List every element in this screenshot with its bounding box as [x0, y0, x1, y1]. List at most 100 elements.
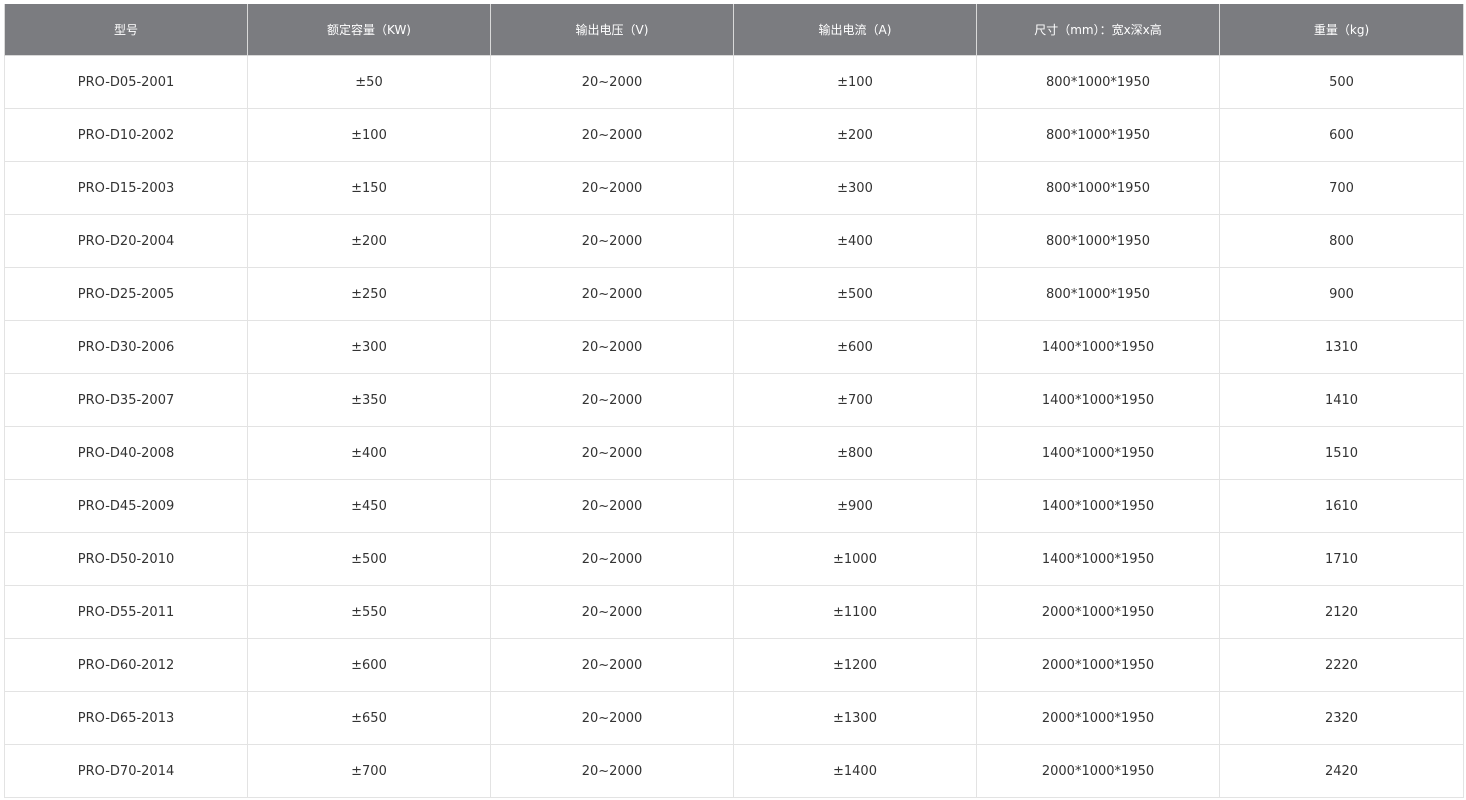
table-row: PRO-D15-2003 ±150 20~2000 ±300 800*1000*1950…: [4, 161, 1464, 215]
table-row: PRO-D25-2005 ±250 20~2000 ±500 800*1000*1950…: [4, 267, 1464, 321]
output-current-cell: ±1300: [733, 691, 977, 745]
weight-cell: 2220: [1219, 638, 1464, 692]
output-current-cell: ±800: [733, 426, 977, 480]
table-row: PRO-D65-2013 ±650 20~2000 ±1300 2000*1000*19…: [4, 691, 1464, 745]
model-cell: PRO-D70-2014: [4, 744, 248, 798]
output-voltage-cell: 20~2000: [490, 585, 734, 639]
dimensions-cell: 1400*1000*1950: [976, 373, 1220, 427]
dimensions-cell: 1400*1000*1950: [976, 426, 1220, 480]
rated-capacity-cell: ±200: [247, 214, 491, 268]
weight-cell: 2420: [1219, 744, 1464, 798]
weight-cell: 1310: [1219, 320, 1464, 374]
rated-capacity-cell: ±700: [247, 744, 491, 798]
model-cell: PRO-D35-2007: [4, 373, 248, 427]
rated-capacity-cell: ±350: [247, 373, 491, 427]
output-voltage-cell: 20~2000: [490, 108, 734, 162]
output-voltage-cell: 20~2000: [490, 373, 734, 427]
table-row: PRO-D70-2014 ±700 20~2000 ±1400 2000*1000*19…: [4, 744, 1464, 798]
table-row: PRO-D45-2009 ±450 20~2000 ±900 1400*1000*195…: [4, 479, 1464, 533]
model-cell: PRO-D45-2009: [4, 479, 248, 533]
dimensions-cell: 1400*1000*1950: [976, 479, 1220, 533]
output-voltage-cell: 20~2000: [490, 320, 734, 374]
output-current-cell: ±900: [733, 479, 977, 533]
output-current-cell: ±400: [733, 214, 977, 268]
weight-cell: 800: [1219, 214, 1464, 268]
weight-cell: 1610: [1219, 479, 1464, 533]
weight-cell: 500: [1219, 55, 1464, 109]
dimensions-cell: 1400*1000*1950: [976, 320, 1220, 374]
output-voltage-cell: 20~2000: [490, 55, 734, 109]
rated-capacity-cell: ±600: [247, 638, 491, 692]
model-cell: PRO-D50-2010: [4, 532, 248, 586]
output-current-cell: ±500: [733, 267, 977, 321]
output-current-cell: ±700: [733, 373, 977, 427]
table-row: PRO-D35-2007 ±350 20~2000 ±700 1400*1000*195…: [4, 373, 1464, 427]
model-cell: PRO-D20-2004: [4, 214, 248, 268]
header-rated-capacity: 额定容量（KW): [247, 4, 491, 56]
rated-capacity-cell: ±100: [247, 108, 491, 162]
rated-capacity-cell: ±300: [247, 320, 491, 374]
rated-capacity-cell: ±250: [247, 267, 491, 321]
table-body: PRO-D05-2001 ±50 20~2000 ±100 800*1000*1950 5…: [4, 55, 1464, 798]
table-row: PRO-D55-2011 ±550 20~2000 ±1100 2000*1000*19…: [4, 585, 1464, 639]
dimensions-cell: 800*1000*1950: [976, 108, 1220, 162]
output-current-cell: ±1100: [733, 585, 977, 639]
weight-cell: 700: [1219, 161, 1464, 215]
output-voltage-cell: 20~2000: [490, 214, 734, 268]
header-dimensions: 尺寸（mm）：宽x深x高: [976, 4, 1220, 56]
rated-capacity-cell: ±400: [247, 426, 491, 480]
dimensions-cell: 2000*1000*1950: [976, 691, 1220, 745]
dimensions-cell: 2000*1000*1950: [976, 744, 1220, 798]
output-voltage-cell: 20~2000: [490, 638, 734, 692]
rated-capacity-cell: ±150: [247, 161, 491, 215]
weight-cell: 1510: [1219, 426, 1464, 480]
dimensions-cell: 800*1000*1950: [976, 214, 1220, 268]
output-voltage-cell: 20~2000: [490, 267, 734, 321]
weight-cell: 1710: [1219, 532, 1464, 586]
weight-cell: 2320: [1219, 691, 1464, 745]
table-header: 型号 额定容量（KW) 输出电压（V) 输出电流（A) 尺寸（mm）：宽x深x高…: [4, 4, 1464, 56]
dimensions-cell: 800*1000*1950: [976, 161, 1220, 215]
output-voltage-cell: 20~2000: [490, 161, 734, 215]
output-current-cell: ±1400: [733, 744, 977, 798]
output-current-cell: ±300: [733, 161, 977, 215]
rated-capacity-cell: ±50: [247, 55, 491, 109]
output-current-cell: ±1200: [733, 638, 977, 692]
dimensions-cell: 1400*1000*1950: [976, 532, 1220, 586]
output-voltage-cell: 20~2000: [490, 744, 734, 798]
table-row: PRO-D60-2012 ±600 20~2000 ±1200 2000*1000*19…: [4, 638, 1464, 692]
model-cell: PRO-D25-2005: [4, 267, 248, 321]
output-current-cell: ±100: [733, 55, 977, 109]
table-row: PRO-D30-2006 ±300 20~2000 ±600 1400*1000*195…: [4, 320, 1464, 374]
table-row: PRO-D50-2010 ±500 20~2000 ±1000 1400*1000*19…: [4, 532, 1464, 586]
table-row: PRO-D20-2004 ±200 20~2000 ±400 800*1000*1950…: [4, 214, 1464, 268]
product-spec-table: 型号 额定容量（KW) 输出电压（V) 输出电流（A) 尺寸（mm）：宽x深x高…: [4, 4, 1464, 798]
model-cell: PRO-D10-2002: [4, 108, 248, 162]
dimensions-cell: 2000*1000*1950: [976, 585, 1220, 639]
rated-capacity-cell: ±650: [247, 691, 491, 745]
weight-cell: 600: [1219, 108, 1464, 162]
rated-capacity-cell: ±500: [247, 532, 491, 586]
weight-cell: 2120: [1219, 585, 1464, 639]
model-cell: PRO-D30-2006: [4, 320, 248, 374]
model-cell: PRO-D60-2012: [4, 638, 248, 692]
dimensions-cell: 800*1000*1950: [976, 55, 1220, 109]
weight-cell: 1410: [1219, 373, 1464, 427]
header-weight: 重量（kg): [1219, 4, 1464, 56]
model-cell: PRO-D65-2013: [4, 691, 248, 745]
header-output-voltage: 输出电压（V): [490, 4, 734, 56]
rated-capacity-cell: ±550: [247, 585, 491, 639]
model-cell: PRO-D15-2003: [4, 161, 248, 215]
header-output-current: 输出电流（A): [733, 4, 977, 56]
model-cell: PRO-D40-2008: [4, 426, 248, 480]
output-voltage-cell: 20~2000: [490, 691, 734, 745]
rated-capacity-cell: ±450: [247, 479, 491, 533]
table-row: PRO-D05-2001 ±50 20~2000 ±100 800*1000*1950 5…: [4, 55, 1464, 109]
header-model: 型号: [4, 4, 248, 56]
model-cell: PRO-D55-2011: [4, 585, 248, 639]
output-voltage-cell: 20~2000: [490, 479, 734, 533]
output-current-cell: ±200: [733, 108, 977, 162]
table-row: PRO-D40-2008 ±400 20~2000 ±800 1400*1000*195…: [4, 426, 1464, 480]
spec-table-container: 型号 额定容量（KW) 输出电压（V) 输出电流（A) 尺寸（mm）：宽x深x高…: [4, 4, 1464, 798]
output-voltage-cell: 20~2000: [490, 426, 734, 480]
